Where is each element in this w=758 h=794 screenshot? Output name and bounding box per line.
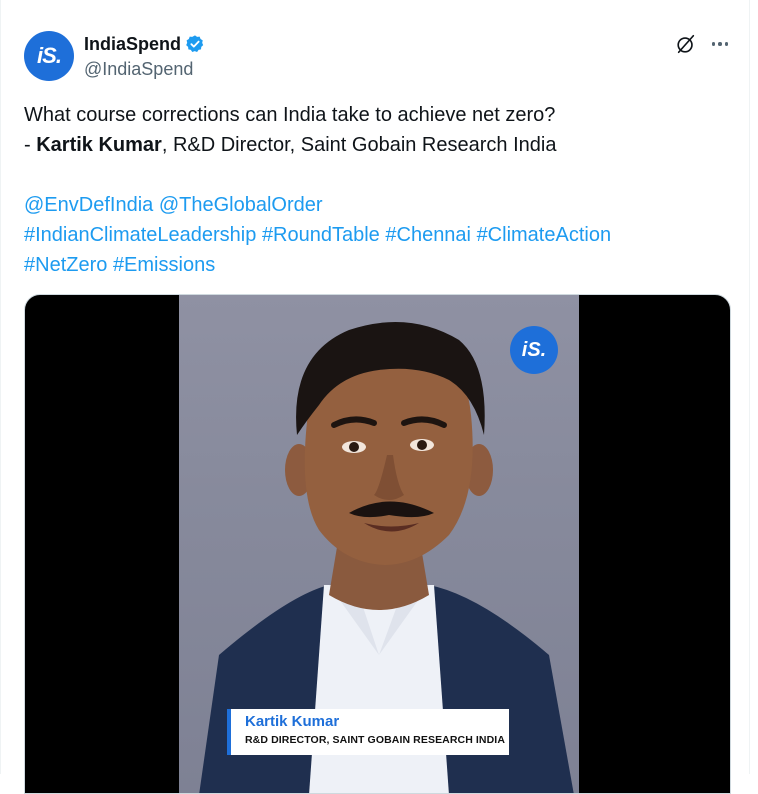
hashtag-link[interactable]: #Chennai [385,224,471,246]
avatar-logo-text: iS. [37,43,62,68]
hashtag-link[interactable]: #RoundTable [262,224,380,246]
channel-logo: iS. [510,326,558,374]
hashtags-line: #NetZero #Emissions [24,250,734,280]
author-name-row: IndiaSpend [84,33,205,55]
tweet-card: iS. IndiaSpend @IndiaSpend What course c… [0,0,750,794]
more-options-button[interactable] [709,33,731,55]
hashtags-line: #IndianClimateLeadership #RoundTable #Ch… [24,220,734,250]
tweet-text: What course corrections can India take t… [24,100,734,280]
avatar[interactable]: iS. [24,31,74,81]
mention-link[interactable]: @EnvDefIndia [24,194,153,216]
lower-third-caption: Kartik Kumar R&D DIRECTOR, SAINT GOBAIN … [227,709,509,755]
lower-third-title: R&D DIRECTOR, SAINT GOBAIN RESEARCH INDI… [245,734,506,746]
mentions-line: @EnvDefIndia @TheGlobalOrder [24,190,734,220]
hashtag-link[interactable]: #Emissions [113,254,215,276]
attribution-name: Kartik Kumar [36,134,162,156]
hashtag-link[interactable]: #ClimateAction [477,224,612,246]
author-display-name[interactable]: IndiaSpend [84,34,181,55]
tweet-question: What course corrections can India take t… [24,104,556,126]
mention-link[interactable]: @TheGlobalOrder [159,194,323,216]
video-player[interactable]: iS. Kartik Kumar R&D DIRECTOR, SAINT GOB… [24,294,731,794]
more-dot-icon [718,42,722,46]
video-frame[interactable]: iS. Kartik Kumar R&D DIRECTOR, SAINT GOB… [179,295,579,793]
attribution-rest: , R&D Director, Saint Gobain Research In… [161,134,557,156]
channel-logo-text: iS. [521,338,547,361]
more-dot-icon [711,42,716,46]
author-handle[interactable]: @IndiaSpend [84,59,193,80]
hashtag-link[interactable]: #NetZero [24,254,107,276]
more-dot-icon [724,42,729,46]
lower-third-name: Kartik Kumar [245,713,340,730]
verified-badge-icon[interactable] [185,34,205,54]
grok-icon[interactable] [675,33,697,55]
tweet-attribution: - Kartik Kumar, R&D Director, Saint Goba… [24,130,734,160]
hashtag-link[interactable]: #IndianClimateLeadership [24,224,256,246]
attribution-prefix: - [24,134,37,156]
